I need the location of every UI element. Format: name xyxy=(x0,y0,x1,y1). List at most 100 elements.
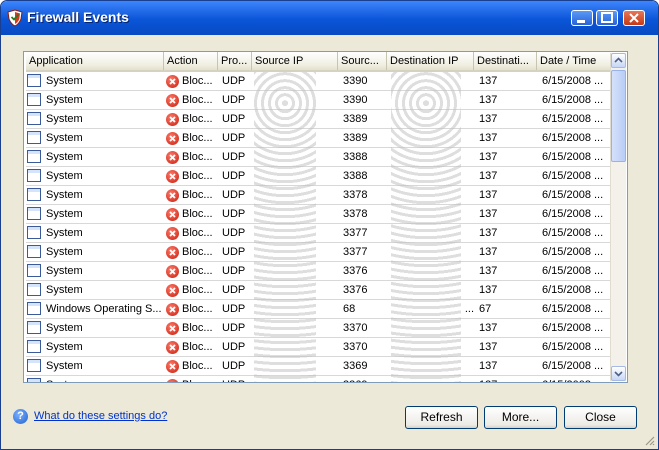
application-window-icon xyxy=(27,359,41,372)
cell-action: Bloc... xyxy=(182,113,213,125)
cell-dst-ip xyxy=(392,205,474,223)
resize-grip-icon[interactable] xyxy=(643,434,655,446)
cell-src-port: 3390 xyxy=(343,75,368,87)
cell-proto: UDP xyxy=(222,360,246,372)
shield-icon xyxy=(7,9,23,27)
cell-app: System xyxy=(46,170,83,182)
cell-proto: UDP xyxy=(222,376,252,382)
list-rows: System Bloc... UDP 3390 137 6/15/2008 ... Syst… xyxy=(26,72,612,382)
cell-dst-port: 137 xyxy=(479,170,498,182)
cell-datetime: 6/15/2008 ... xyxy=(542,94,604,106)
table-row[interactable]: System Bloc... UDP 3370 137 6/15/2008 ... xyxy=(26,319,612,338)
cell-dst-ip xyxy=(392,148,474,166)
column-header-action[interactable]: Action xyxy=(164,52,218,70)
scroll-thumb[interactable] xyxy=(611,70,626,162)
help-link[interactable]: What do these settings do? xyxy=(34,410,167,422)
table-row[interactable]: System Bloc... UDP 3389 137 6/15/2008 ... xyxy=(26,129,612,148)
cell-src-ip xyxy=(256,300,338,318)
more-button[interactable]: More... xyxy=(484,406,557,429)
table-row[interactable]: System Bloc... UDP 3390 137 6/15/2008 ... xyxy=(26,72,612,91)
column-header-protocol[interactable]: Pro... xyxy=(218,52,252,70)
cell-datetime: 6/15/2008 ... xyxy=(542,360,604,372)
vertical-scrollbar[interactable] xyxy=(610,53,626,381)
table-row[interactable]: System Bloc... UDP 3389 137 6/15/2008 ... xyxy=(26,110,612,129)
cell-dst-port: 137 xyxy=(479,227,498,239)
cell-src-ip xyxy=(256,110,338,128)
cell-app: System xyxy=(46,113,83,125)
cell-src-ip xyxy=(256,357,338,375)
column-header-source-port[interactable]: Sourc... xyxy=(338,52,387,70)
cell-src-ip xyxy=(256,376,338,382)
application-window-icon xyxy=(27,340,41,353)
cell-proto: UDP xyxy=(222,170,246,182)
scroll-down-button[interactable] xyxy=(611,366,626,381)
cell-action: Bloc... xyxy=(182,322,213,334)
cell-src-ip xyxy=(256,129,338,147)
table-row[interactable]: System Bloc... UDP 3388 137 6/15/2008 ... xyxy=(26,167,612,186)
cell-datetime: 6/15/2008 ... xyxy=(542,341,604,353)
refresh-button[interactable]: Refresh xyxy=(405,406,478,429)
table-row[interactable]: System Bloc... UDP 3377 137 6/15/2008 ... xyxy=(26,224,612,243)
cell-src-ip xyxy=(256,205,338,223)
table-row[interactable]: System Bloc... UDP 3370 137 6/15/2008 ... xyxy=(26,338,612,357)
cell-proto: UDP xyxy=(222,189,246,201)
cell-app: System xyxy=(46,208,83,220)
cell-action: Bloc... xyxy=(182,265,213,277)
events-list[interactable]: Application Action Pro... Source IP Sour… xyxy=(23,51,628,383)
application-window-icon xyxy=(27,131,41,144)
cell-proto: UDP xyxy=(222,94,246,106)
cell-app: System xyxy=(46,132,83,144)
cell-app: System xyxy=(46,94,83,106)
maximize-button[interactable] xyxy=(596,10,618,26)
title-bar[interactable]: Firewall Events xyxy=(1,1,658,35)
cell-dst-port: 137 xyxy=(479,132,498,144)
close-window-button[interactable] xyxy=(623,10,645,26)
blocked-icon xyxy=(166,132,179,145)
table-row[interactable]: Windows Operating S... Bloc... UDP 68... 67 6… xyxy=(26,300,612,319)
table-row[interactable]: System Bloc... UDP 3377 137 6/15/2008 ... xyxy=(26,243,612,262)
minimize-button[interactable] xyxy=(571,10,593,26)
cell-src-ip xyxy=(256,91,338,109)
close-button[interactable]: Close xyxy=(564,406,637,429)
cell-datetime: 6/15/2008 ... xyxy=(542,75,604,87)
cell-datetime: 6/15/2008 ... xyxy=(542,170,604,182)
table-row[interactable]: System Bloc... UDP 3390 137 6/15/2008 ... xyxy=(26,91,612,110)
application-window-icon xyxy=(27,112,41,125)
column-header-source-ip[interactable]: Source IP xyxy=(252,52,338,70)
table-row[interactable]: System Bloc... UDP 3378 137 6/15/2008 ... xyxy=(26,205,612,224)
table-row[interactable]: System Bloc... UDP 3369 137 6/15/2008 ... xyxy=(26,357,612,376)
column-header-date-time[interactable]: Date / Time xyxy=(537,52,612,70)
cell-src-port: 68 xyxy=(343,303,356,315)
cell-action: Bloc... xyxy=(182,227,213,239)
cell-src-port: 3369 xyxy=(343,376,387,382)
table-row[interactable]: System Bloc... UDP 3378 137 6/15/2008 ... xyxy=(26,186,612,205)
table-row[interactable]: System Bloc... UDP 3376 137 6/15/2008 ... xyxy=(26,262,612,281)
cell-dst-ip xyxy=(392,281,474,299)
cell-app: System xyxy=(46,265,83,277)
application-window-icon xyxy=(27,264,41,277)
cell-dst-ip xyxy=(392,186,474,204)
column-header-destination-ip[interactable]: Destination IP xyxy=(387,52,474,70)
cell-proto: UDP xyxy=(222,322,246,334)
cell-dst-ip xyxy=(392,91,474,109)
table-row[interactable]: System Bloc... UDP 3376 137 6/15/2008 ... xyxy=(26,281,612,300)
cell-src-ip xyxy=(256,167,338,185)
application-window-icon xyxy=(27,321,41,334)
cell-src-ip xyxy=(256,281,338,299)
application-window-icon xyxy=(27,378,41,382)
cell-action: Bloc... xyxy=(182,341,213,353)
application-window-icon xyxy=(27,150,41,163)
cell-proto: UDP xyxy=(222,151,246,163)
column-header-application[interactable]: Application xyxy=(26,52,164,70)
column-header-destination-port[interactable]: Destinati... xyxy=(474,52,537,70)
blocked-icon xyxy=(166,379,179,382)
table-row[interactable]: System Bloc... UDP 3388 137 6/15/2008 ... xyxy=(26,148,612,167)
scroll-up-button[interactable] xyxy=(611,53,626,68)
cell-action: Bloc... xyxy=(182,132,213,144)
cell-src-port: 3389 xyxy=(343,113,368,125)
cell-dst-port: 137 xyxy=(479,322,498,334)
cell-action: Bloc... xyxy=(182,189,213,201)
cell-action: Bloc... xyxy=(182,208,213,220)
cell-proto: UDP xyxy=(222,208,246,220)
table-row[interactable]: System Bloc... UDP 3369 137 6/15/2008 ... xyxy=(26,376,612,382)
